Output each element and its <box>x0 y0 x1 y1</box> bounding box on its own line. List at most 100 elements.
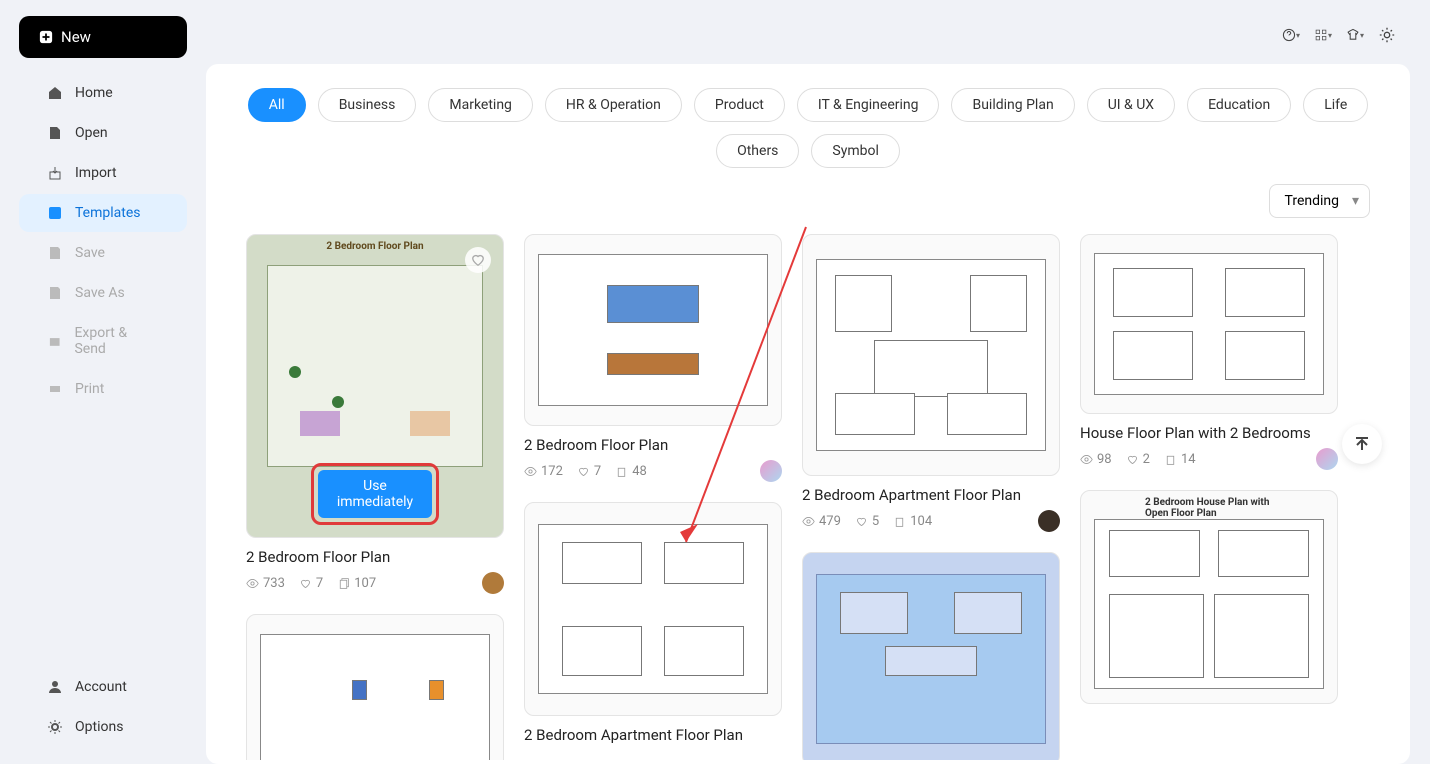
filter-life[interactable]: Life <box>1303 88 1368 122</box>
new-button-label: New <box>61 28 91 46</box>
save-as-icon <box>47 285 63 301</box>
eye-icon <box>524 465 537 478</box>
sidebar-label: Templates <box>75 205 141 221</box>
templates-icon <box>47 205 63 221</box>
filter-others[interactable]: Others <box>716 134 799 168</box>
author-avatar[interactable] <box>1316 448 1338 470</box>
settings-button[interactable] <box>1378 26 1396 44</box>
template-card[interactable]: 2 Bedroom Floor Plan Use immediately <box>246 234 504 594</box>
copy-icon <box>893 515 906 528</box>
top-bar: ▾ ▾ ▾ <box>206 16 1410 64</box>
filter-tabs: All Business Marketing HR & Operation Pr… <box>230 88 1386 168</box>
template-title: 2 Bedroom Apartment Floor Plan <box>524 726 782 744</box>
sidebar-item-open[interactable]: Open <box>19 114 187 152</box>
template-card[interactable]: 2 Bedroom Floor Plan 172 7 48 <box>524 234 782 482</box>
sidebar-label: Options <box>75 719 123 735</box>
filter-business[interactable]: Business <box>318 88 417 122</box>
copy-icon <box>337 577 350 590</box>
help-menu[interactable]: ▾ <box>1282 26 1300 44</box>
save-icon <box>47 245 63 261</box>
template-meta: 479 5 104 <box>802 510 1060 532</box>
shirt-icon <box>1346 26 1360 44</box>
apps-menu[interactable]: ▾ <box>1314 26 1332 44</box>
use-button-highlight: Use immediately <box>311 463 439 525</box>
filter-education[interactable]: Education <box>1187 88 1291 122</box>
import-icon <box>47 165 63 181</box>
author-avatar[interactable] <box>760 460 782 482</box>
filter-marketing[interactable]: Marketing <box>428 88 533 122</box>
template-title: 2 Bedroom Floor Plan <box>524 436 782 454</box>
arrow-up-icon <box>1353 435 1371 453</box>
sidebar: New Home Open Import Templates Save Save… <box>0 0 206 764</box>
sidebar-item-import[interactable]: Import <box>19 154 187 192</box>
account-icon <box>47 679 63 695</box>
filter-uiux[interactable]: UI & UX <box>1087 88 1175 122</box>
sort-dropdown[interactable]: Trending <box>1269 184 1370 218</box>
help-icon <box>1282 26 1296 44</box>
filter-product[interactable]: Product <box>694 88 785 122</box>
sidebar-item-export[interactable]: Export & Send <box>19 314 187 368</box>
notifications-menu[interactable]: ▾ <box>1346 26 1364 44</box>
content-area: All Business Marketing HR & Operation Pr… <box>206 64 1410 764</box>
template-title: House Floor Plan with 2 Bedrooms <box>1080 424 1338 442</box>
template-meta: 98 2 14 <box>1080 448 1338 470</box>
filter-it[interactable]: IT & Engineering <box>797 88 940 122</box>
heart-icon <box>855 515 868 528</box>
template-card[interactable] <box>246 614 504 760</box>
sidebar-label: Print <box>75 381 104 397</box>
sidebar-item-print[interactable]: Print <box>19 370 187 408</box>
sidebar-label: Save As <box>75 285 125 301</box>
sidebar-item-save-as[interactable]: Save As <box>19 274 187 312</box>
sidebar-item-account[interactable]: Account <box>19 668 187 706</box>
sidebar-item-home[interactable]: Home <box>19 74 187 112</box>
sidebar-label: Import <box>75 165 117 181</box>
author-avatar[interactable] <box>1038 510 1060 532</box>
main-area: ▾ ▾ ▾ All Business Marketing HR & Operat… <box>206 0 1430 764</box>
favorite-button[interactable] <box>465 247 491 273</box>
template-card[interactable]: House Floor Plan with 2 Bedrooms 98 2 14 <box>1080 234 1338 470</box>
sort-row: Trending <box>230 184 1386 218</box>
sidebar-item-options[interactable]: Options <box>19 708 187 746</box>
file-icon <box>47 125 63 141</box>
filter-hr[interactable]: HR & Operation <box>545 88 682 122</box>
copy-icon <box>1164 453 1177 466</box>
template-meta: 172 7 48 <box>524 460 782 482</box>
sidebar-label: Home <box>75 85 113 101</box>
sidebar-item-save[interactable]: Save <box>19 234 187 272</box>
gear-icon <box>1378 26 1396 44</box>
sidebar-label: Export & Send <box>74 325 159 357</box>
template-card[interactable]: 2 Bedroom House Plan with Open Floor Pla… <box>1080 490 1338 704</box>
new-button[interactable]: New <box>19 16 187 58</box>
template-card[interactable]: 2 Bedroom Apartment Floor Plan 479 5 104 <box>802 234 1060 532</box>
heart-icon <box>1126 453 1139 466</box>
use-immediately-button[interactable]: Use immediately <box>318 470 432 518</box>
plus-icon <box>39 30 53 44</box>
sort-label: Trending <box>1284 193 1339 209</box>
gear-icon <box>47 719 63 735</box>
filter-symbol[interactable]: Symbol <box>811 134 899 168</box>
scroll-to-top-button[interactable] <box>1342 424 1382 464</box>
eye-icon <box>802 515 815 528</box>
template-title: 2 Bedroom Apartment Floor Plan <box>802 486 1060 504</box>
sidebar-label: Save <box>75 245 105 261</box>
sidebar-label: Open <box>75 125 108 141</box>
sidebar-item-templates[interactable]: Templates <box>19 194 187 232</box>
heart-icon <box>299 577 312 590</box>
template-grid: 2 Bedroom Floor Plan Use immediately <box>230 234 1386 760</box>
heart-icon <box>471 253 485 267</box>
heart-icon <box>577 465 590 478</box>
template-meta: 733 7 107 <box>246 572 504 594</box>
template-card[interactable]: 2 Bedroom Apartment Floor Plan <box>524 502 782 750</box>
copy-icon <box>615 465 628 478</box>
template-card[interactable] <box>802 552 1060 760</box>
author-avatar[interactable] <box>482 572 504 594</box>
eye-icon <box>1080 453 1093 466</box>
filter-all[interactable]: All <box>248 88 306 122</box>
preview-title: 2 Bedroom House Plan with Open Floor Pla… <box>1145 497 1273 519</box>
template-title: 2 Bedroom Floor Plan <box>246 548 504 566</box>
home-icon <box>47 85 63 101</box>
apps-icon <box>1314 26 1328 44</box>
export-icon <box>47 333 62 349</box>
print-icon <box>47 381 63 397</box>
filter-building[interactable]: Building Plan <box>951 88 1074 122</box>
